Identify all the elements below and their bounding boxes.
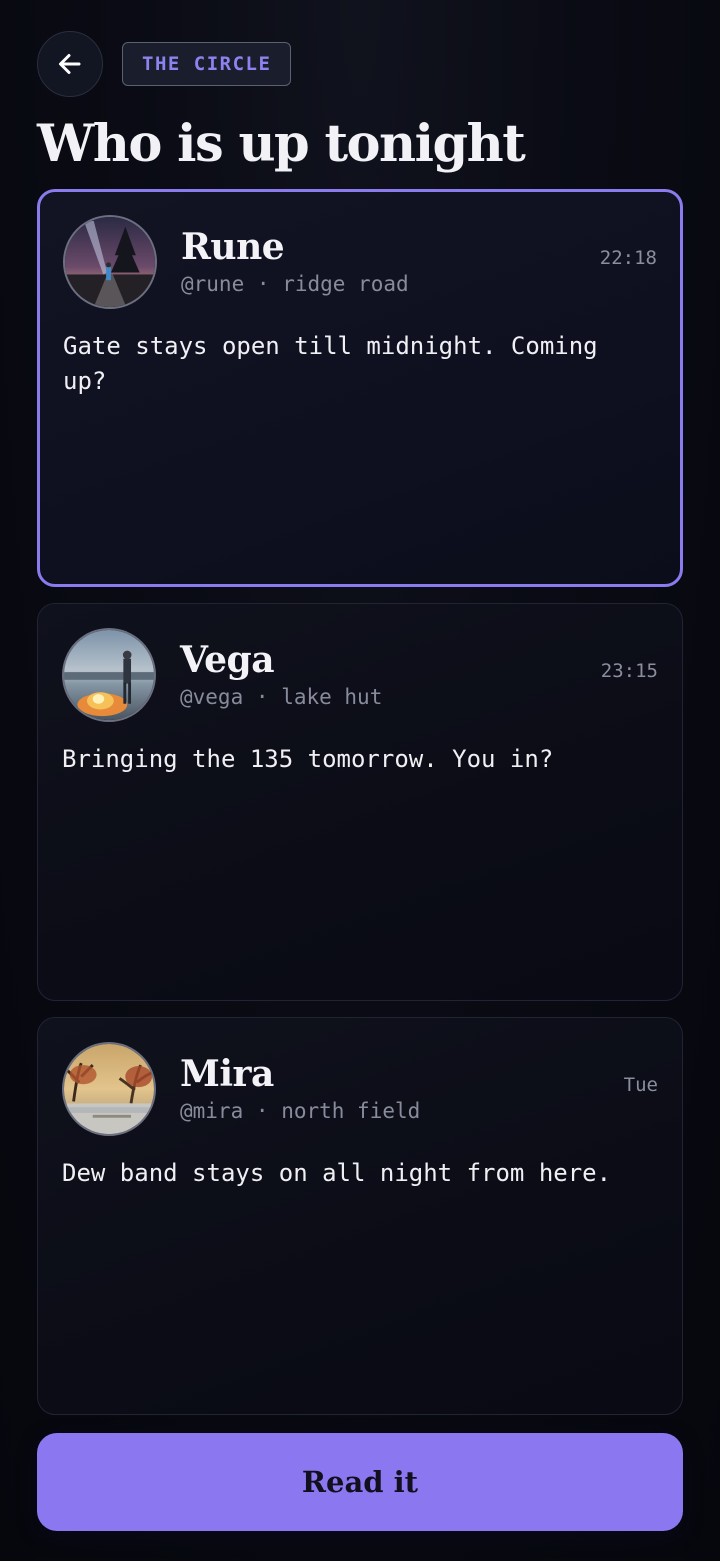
message-text: Dew band stays on all night from here.	[62, 1159, 612, 1187]
message-card-body: Mira @mira · north field Tue Dew band st…	[62, 1042, 658, 1191]
meta-separator: ·	[255, 685, 269, 709]
message-time: 23:15	[600, 660, 658, 682]
avatar-image	[64, 630, 154, 720]
author-info: Rune @rune · ridge road	[181, 226, 600, 298]
author-handle: @vega	[180, 685, 244, 709]
author-meta: @mira · north field	[180, 1097, 624, 1125]
meta-separator: ·	[256, 272, 270, 296]
message-card-rune[interactable]: Rune @rune · ridge road 22:18 Gate stays…	[37, 189, 683, 587]
author-name: Rune	[181, 226, 285, 268]
avatar-image	[64, 1044, 154, 1134]
author-place: lake hut	[281, 685, 383, 709]
top-bar: THE CIRCLE	[37, 30, 292, 98]
arrow-left-icon	[59, 54, 81, 74]
author-info: Vega @vega · lake hut	[180, 639, 601, 711]
author-name: Mira	[180, 1053, 274, 1095]
avatar	[62, 628, 156, 722]
message-card-body: Rune @rune · ridge road 22:18 Gate stays…	[63, 215, 657, 399]
message-text: Bringing the 135 tomorrow. You in?	[62, 745, 554, 773]
message-time: 22:18	[599, 247, 657, 269]
circle-tag[interactable]: THE CIRCLE	[122, 42, 292, 86]
message-text: Gate stays open till midnight. Coming up…	[63, 332, 598, 395]
avatar-image	[65, 217, 155, 307]
avatar	[62, 1042, 156, 1136]
author-info: Mira @mira · north field	[180, 1053, 624, 1125]
author-meta: @vega · lake hut	[180, 683, 601, 711]
page-title: Who is up tonight	[37, 114, 526, 174]
author-handle: @mira	[180, 1099, 244, 1123]
avatar	[63, 215, 157, 309]
read-it-button[interactable]: Read it	[37, 1433, 683, 1531]
message-header: Mira @mira · north field Tue	[62, 1042, 658, 1136]
message-card-body: Vega @vega · lake hut 23:15 Bringing the…	[62, 628, 658, 777]
back-button[interactable]	[37, 31, 103, 97]
author-place: north field	[281, 1099, 421, 1123]
message-header: Rune @rune · ridge road 22:18	[63, 215, 657, 309]
author-name: Vega	[180, 639, 275, 681]
message-header: Vega @vega · lake hut 23:15	[62, 628, 658, 722]
author-handle: @rune	[181, 272, 245, 296]
message-card-vega[interactable]: Vega @vega · lake hut 23:15 Bringing the…	[37, 603, 683, 1001]
author-place: ridge road	[282, 272, 409, 296]
author-meta: @rune · ridge road	[181, 270, 600, 298]
message-time: Tue	[623, 1074, 658, 1096]
message-card-mira[interactable]: Mira @mira · north field Tue Dew band st…	[37, 1017, 683, 1415]
meta-separator: ·	[255, 1099, 269, 1123]
